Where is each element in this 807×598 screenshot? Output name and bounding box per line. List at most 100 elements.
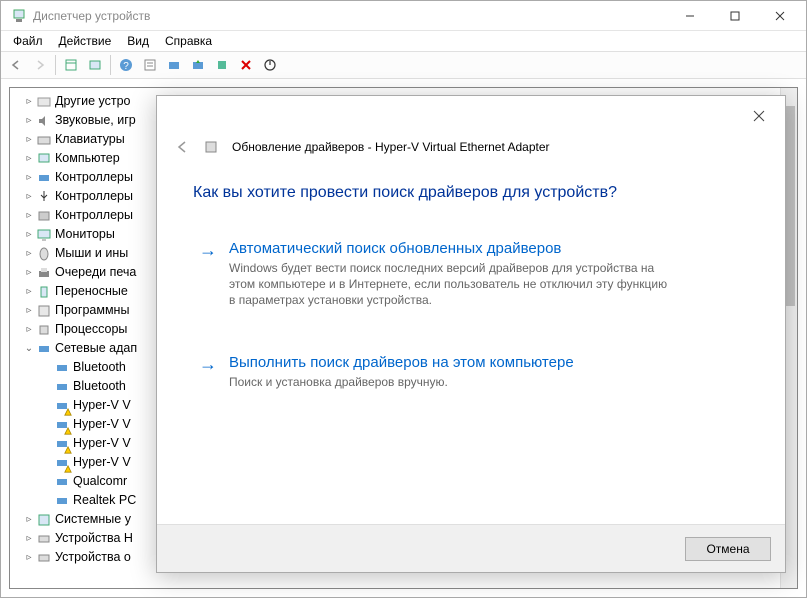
dialog-close-button[interactable]	[739, 101, 779, 131]
scan-icon[interactable]	[163, 54, 185, 76]
minimize-button[interactable]	[667, 1, 712, 30]
tree-label: Контроллеры	[55, 168, 133, 187]
expand-icon[interactable]: ▹	[22, 244, 36, 263]
audio-icon	[36, 113, 52, 129]
menu-action[interactable]: Действие	[51, 32, 120, 50]
tree-label: Qualcomr	[73, 472, 127, 491]
software-icon	[36, 303, 52, 319]
keyboard-icon	[36, 132, 52, 148]
help-icon[interactable]: ?	[115, 54, 137, 76]
tree-label: Компьютер	[55, 149, 120, 168]
expand-icon[interactable]: ▹	[22, 130, 36, 149]
expand-icon[interactable]: ▹	[22, 168, 36, 187]
tree-label: Процессоры	[55, 320, 127, 339]
svg-text:?: ?	[123, 61, 129, 72]
network-adapter-icon	[54, 360, 70, 376]
option-browse-computer[interactable]: → Выполнить поиск драйверов на этом комп…	[193, 344, 749, 400]
usb-icon	[36, 189, 52, 205]
monitor-icon	[36, 227, 52, 243]
tree-label: Сетевые адап	[55, 339, 137, 358]
mouse-icon	[36, 246, 52, 262]
expand-icon[interactable]: ▹	[22, 225, 36, 244]
dialog-body: Как вы хотите провести поиск драйверов д…	[157, 166, 785, 524]
option-auto-search[interactable]: → Автоматический поиск обновленных драйв…	[193, 230, 749, 318]
expand-icon[interactable]: ▹	[22, 282, 36, 301]
portable-icon	[36, 284, 52, 300]
option-title: Выполнить поиск драйверов на этом компью…	[229, 354, 574, 371]
menu-help[interactable]: Справка	[157, 32, 220, 50]
update-driver-dialog: Обновление драйверов - Hyper-V Virtual E…	[156, 95, 786, 573]
expand-icon[interactable]: ▹	[22, 111, 36, 130]
network-adapter-warning-icon	[54, 436, 70, 452]
network-adapter-warning-icon	[54, 398, 70, 414]
expand-icon[interactable]: ▹	[22, 301, 36, 320]
back-icon[interactable]	[5, 54, 27, 76]
show-hidden-icon[interactable]	[60, 54, 82, 76]
option-description: Поиск и установка драйверов вручную.	[229, 374, 574, 390]
expand-icon[interactable]: ▹	[22, 187, 36, 206]
expand-icon[interactable]: ▹	[22, 529, 36, 548]
tree-label: Контроллеры	[55, 187, 133, 206]
tree-label: Hyper-V V	[73, 396, 131, 415]
toolbar: ?	[1, 51, 806, 79]
window-title: Диспетчер устройств	[33, 9, 667, 23]
app-icon	[11, 8, 27, 24]
collapse-icon[interactable]: ⌄	[22, 339, 36, 358]
network-icon	[36, 341, 52, 357]
tree-label: Bluetooth	[73, 358, 126, 377]
network-adapter-warning-icon	[54, 417, 70, 433]
expand-icon[interactable]: ▹	[22, 149, 36, 168]
expand-icon[interactable]: ▹	[22, 263, 36, 282]
close-button[interactable]	[757, 1, 802, 30]
expand-icon[interactable]: ▹	[22, 548, 36, 567]
disable-icon[interactable]	[235, 54, 257, 76]
expand-icon[interactable]: ▹	[22, 206, 36, 225]
network-adapter-warning-icon	[54, 455, 70, 471]
network-adapter-icon	[54, 474, 70, 490]
controller-icon	[36, 170, 52, 186]
tree-label: Другие устро	[55, 92, 130, 111]
tree-label: Мониторы	[55, 225, 115, 244]
dialog-header: Обновление драйверов - Hyper-V Virtual E…	[157, 136, 785, 166]
uninstall-icon[interactable]	[211, 54, 233, 76]
forward-icon[interactable]	[29, 54, 51, 76]
expand-icon[interactable]: ▹	[22, 92, 36, 111]
tree-label: Переносные	[55, 282, 128, 301]
tree-label: Bluetooth	[73, 377, 126, 396]
dialog-question: Как вы хотите провести поиск драйверов д…	[193, 184, 749, 202]
imaging-icon	[36, 550, 52, 566]
cancel-button[interactable]: Отмена	[685, 537, 771, 561]
back-arrow-icon[interactable]	[171, 136, 193, 158]
computer-icon	[36, 151, 52, 167]
tree-label: Клавиатуры	[55, 130, 125, 149]
tree-label: Hyper-V V	[73, 415, 131, 434]
expand-icon[interactable]: ▹	[22, 320, 36, 339]
dialog-titlebar	[157, 96, 785, 136]
window-controls	[667, 1, 802, 30]
maximize-button[interactable]	[712, 1, 757, 30]
tree-label: Hyper-V V	[73, 453, 131, 472]
titlebar: Диспетчер устройств	[1, 1, 806, 31]
enable-icon[interactable]	[259, 54, 281, 76]
expand-icon[interactable]: ▹	[22, 510, 36, 529]
cpu-icon	[36, 322, 52, 338]
view-icon[interactable]	[84, 54, 106, 76]
dialog-title: Обновление драйверов - Hyper-V Virtual E…	[232, 140, 550, 154]
tree-label: Программны	[55, 301, 129, 320]
dialog-footer: Отмена	[157, 524, 785, 572]
arrow-right-icon: →	[199, 240, 217, 308]
update-driver-icon[interactable]	[187, 54, 209, 76]
menu-file[interactable]: Файл	[5, 32, 51, 50]
storage-icon	[36, 208, 52, 224]
driver-icon	[203, 139, 219, 155]
device-category-icon	[36, 94, 52, 110]
tree-label: Мыши и ины	[55, 244, 128, 263]
network-adapter-icon	[54, 379, 70, 395]
menu-view[interactable]: Вид	[119, 32, 157, 50]
printer-icon	[36, 265, 52, 281]
tree-label: Устройства о	[55, 548, 131, 567]
option-description: Windows будет вести поиск последних верс…	[229, 260, 669, 308]
tree-label: Realtek PC	[73, 491, 136, 510]
properties-icon[interactable]	[139, 54, 161, 76]
tree-label: Устройства H	[55, 529, 133, 548]
